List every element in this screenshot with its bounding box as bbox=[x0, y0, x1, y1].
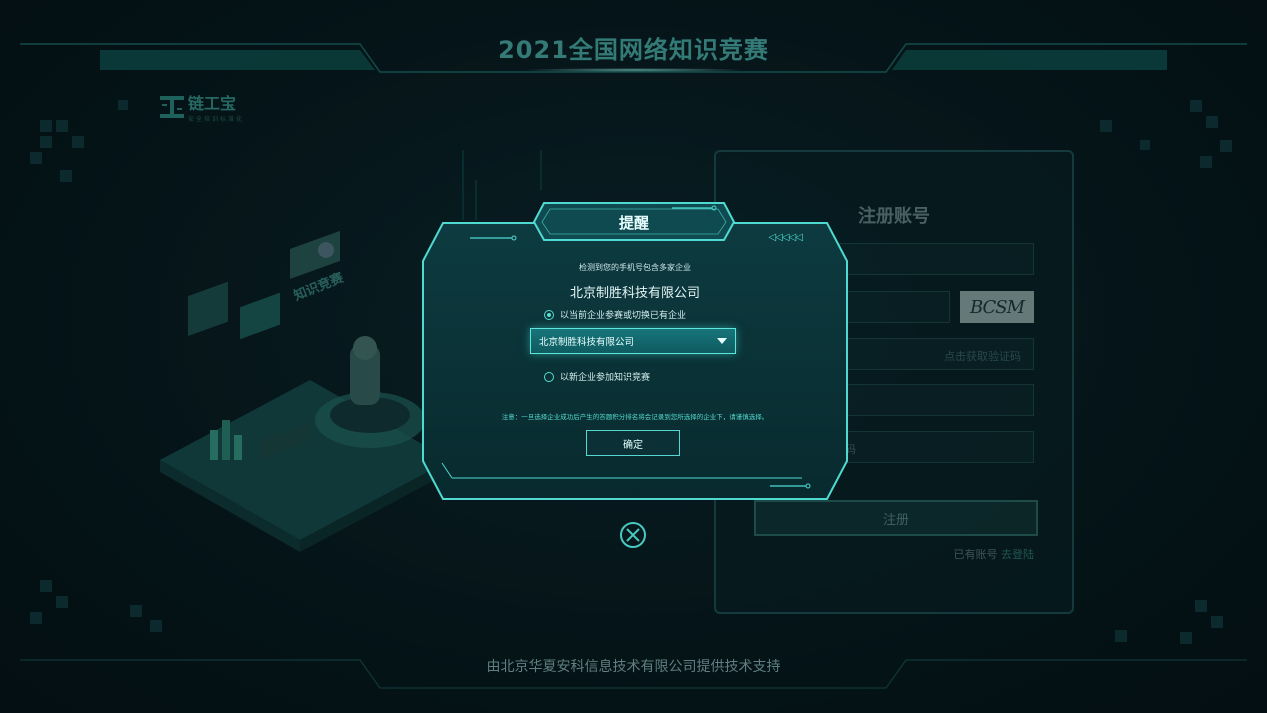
company-select[interactable]: 北京制胜科技有限公司 bbox=[530, 328, 736, 354]
company-select-value: 北京制胜科技有限公司 bbox=[539, 337, 635, 348]
reminder-dialog: 提醒 ◁◁◁◁◁ 检测到您的手机号包含多家企业 北京制胜科技有限公司 以当前企业… bbox=[422, 198, 848, 500]
option-current-label: 以当前企业参赛或切换已有企业 bbox=[560, 311, 687, 321]
option-new-company[interactable]: 以新企业参加知识竞赛 bbox=[544, 370, 650, 383]
chevron-down-icon bbox=[717, 338, 727, 344]
close-x-icon bbox=[626, 528, 640, 542]
footer-credit: 由北京华夏安科信息技术有限公司提供技术支持 bbox=[486, 659, 781, 675]
option-current-company[interactable]: 以当前企业参赛或切换已有企业 bbox=[544, 308, 686, 321]
radio-checked-icon[interactable] bbox=[544, 309, 554, 320]
dialog-title: 提醒 bbox=[618, 213, 649, 232]
dialog-note: 注意：一旦选择企业成功后产生的答题积分排名将会记录到您所选择的企业下，请谨慎选择… bbox=[501, 413, 769, 421]
close-icon[interactable] bbox=[620, 522, 646, 548]
dialog-description: 检测到您的手机号包含多家企业 bbox=[579, 263, 691, 272]
detected-company: 北京制胜科技有限公司 bbox=[569, 286, 700, 301]
radio-unchecked-icon[interactable] bbox=[544, 371, 554, 382]
confirm-button[interactable]: 确定 bbox=[586, 430, 680, 456]
dialog-arrows-decoration: ◁◁◁◁◁ bbox=[768, 232, 803, 243]
option-new-label: 以新企业参加知识竞赛 bbox=[560, 373, 651, 383]
